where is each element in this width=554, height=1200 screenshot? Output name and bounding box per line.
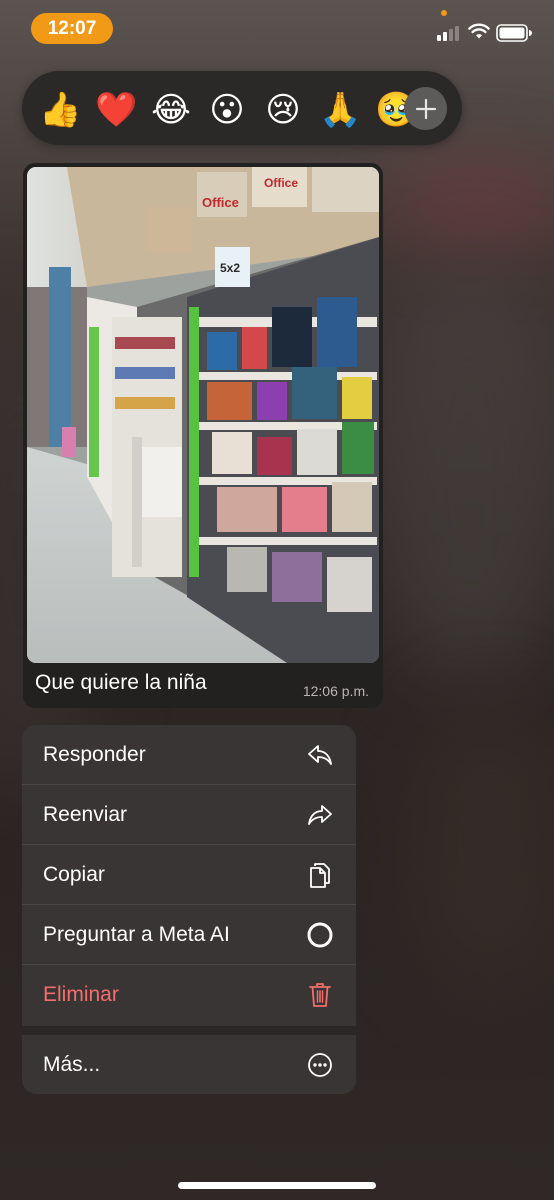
menu-item-reply[interactable]: Responder xyxy=(22,725,356,785)
battery-icon xyxy=(496,24,532,42)
thumbs-up-icon[interactable]: 👍 xyxy=(39,90,81,130)
reply-icon xyxy=(306,741,334,769)
crying-face-icon[interactable]: 😢 xyxy=(263,90,303,130)
trash-icon xyxy=(306,981,334,1009)
menu-item-label: Eliminar xyxy=(43,983,119,1006)
menu-item-label: Copiar xyxy=(43,862,105,886)
menu-item-ask-meta-ai[interactable]: Preguntar a Meta AI xyxy=(22,905,356,965)
wifi-icon xyxy=(468,23,490,39)
menu-item-copy[interactable]: Copiar xyxy=(22,845,356,905)
home-indicator[interactable] xyxy=(178,1182,376,1189)
face-with-open-mouth-icon[interactable]: 😮 xyxy=(207,90,247,130)
message-timestamp: 12:06 p.m. xyxy=(302,683,369,699)
menu-item-label: Reenviar xyxy=(43,802,128,826)
menu-item-label: Responder xyxy=(43,742,146,766)
red-heart-icon[interactable]: ❤️ xyxy=(95,90,137,130)
menu-item-more[interactable]: Más... xyxy=(22,1035,356,1094)
message-bubble[interactable]: Office Office 5x2 Que quiere la niña 12:… xyxy=(23,163,383,708)
menu-item-label: Más... xyxy=(43,1052,101,1076)
photo-content: Office Office 5x2 xyxy=(27,167,379,663)
more-icon xyxy=(306,1051,334,1079)
copy-icon xyxy=(306,861,334,889)
meta-ai-ring-icon xyxy=(306,921,334,949)
add-reaction-button[interactable] xyxy=(404,87,447,130)
menu-item-delete[interactable]: Eliminar xyxy=(22,965,356,1025)
menu-separator xyxy=(22,1026,356,1035)
plus-icon xyxy=(415,98,436,119)
reaction-bar: 👍 ❤️ 😂 😮 😢 🙏 🥹 xyxy=(22,71,462,145)
privacy-indicator-dot xyxy=(441,10,447,16)
face-with-tears-of-joy-icon[interactable]: 😂 xyxy=(151,90,191,130)
svg-text:Office: Office xyxy=(264,176,298,190)
menu-item-forward[interactable]: Reenviar xyxy=(22,785,356,845)
message-caption: Que quiere la niña xyxy=(35,671,207,694)
menu-item-label: Preguntar a Meta AI xyxy=(43,922,230,946)
svg-text:5x2: 5x2 xyxy=(220,261,240,275)
status-time: 12:07 xyxy=(31,13,113,44)
message-context-menu: Responder Reenviar Copiar Preguntar a Me… xyxy=(22,725,356,1094)
cellular-signal-icon xyxy=(437,25,463,41)
folded-hands-icon[interactable]: 🙏 xyxy=(319,90,361,130)
svg-text:Office: Office xyxy=(202,195,239,210)
forward-icon xyxy=(306,801,334,829)
store-aisle-photo[interactable]: Office Office 5x2 xyxy=(27,167,379,663)
